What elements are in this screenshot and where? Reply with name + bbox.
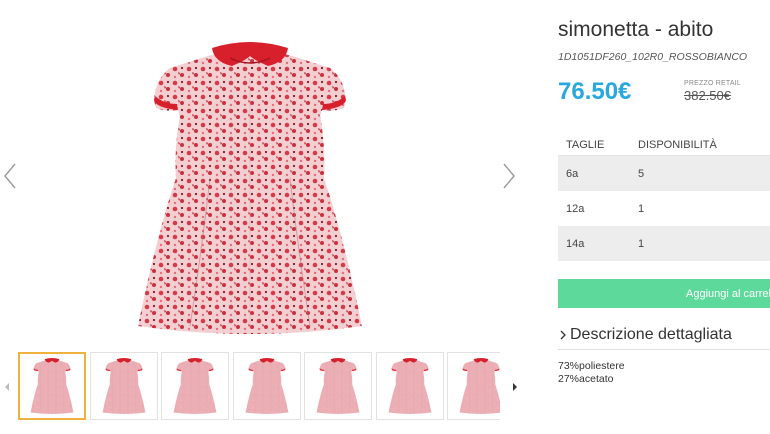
size-cell: 6a xyxy=(566,168,579,180)
table-row[interactable]: 14a 1 xyxy=(558,226,770,261)
add-to-cart-label: Aggiungi al carrello xyxy=(686,288,770,300)
dress-thumbnail-image xyxy=(388,358,431,414)
description-text: 73%poliestere 27%acetato xyxy=(558,360,625,386)
thumbnail-5[interactable] xyxy=(304,352,372,420)
dress-image xyxy=(137,41,363,335)
chevron-right-icon xyxy=(503,163,515,189)
dress-thumbnail-image xyxy=(173,358,217,414)
caret-left-icon xyxy=(5,383,9,391)
size-cell: 12a xyxy=(566,203,585,215)
product-info: simonetta - abito 1D1051DF260_102R0_ROSS… xyxy=(558,0,770,434)
table-row[interactable]: 12a 1 xyxy=(558,191,770,226)
add-to-cart-button[interactable]: Aggiungi al carrello xyxy=(558,279,770,308)
dress-thumbnail-image xyxy=(245,358,288,414)
thumbnail-3[interactable] xyxy=(161,352,229,420)
caret-right-icon xyxy=(513,383,517,391)
sizes-table-header: TAGLIE DISPONIBILITÀ xyxy=(558,130,770,156)
product-price: 76.50€ xyxy=(558,78,632,105)
dress-thumbnail-image xyxy=(30,358,74,414)
thumbnail-prev-button[interactable] xyxy=(2,380,12,392)
column-header-availability: DISPONIBILITÀ xyxy=(638,139,717,151)
description-toggle[interactable]: Descrizione dettagliata xyxy=(558,322,770,350)
thumbnail-strip xyxy=(0,350,530,422)
chevron-right-icon xyxy=(559,328,567,344)
composition-line: 27%acetato xyxy=(558,373,614,385)
product-sku: 1D1051DF260_102R0_ROSSOBIANCO xyxy=(558,51,748,63)
size-cell: 14a xyxy=(566,238,585,250)
dress-thumbnail-image xyxy=(316,358,360,414)
retail-price: 382.50€ xyxy=(684,88,731,103)
thumbnail-1[interactable] xyxy=(18,352,86,420)
retail-price-label: PREZZO RETAIL xyxy=(684,80,741,87)
table-row[interactable]: 6a 5 xyxy=(558,156,770,191)
product-title: simonetta - abito xyxy=(558,18,714,41)
chevron-left-icon xyxy=(4,163,16,189)
description-title: Descrizione dettagliata xyxy=(570,326,732,343)
availability-cell: 5 xyxy=(638,168,645,180)
availability-cell: 1 xyxy=(638,238,645,250)
availability-cell: 1 xyxy=(638,203,645,215)
thumbnail-track xyxy=(18,352,500,420)
main-product-image xyxy=(130,38,370,338)
thumbnail-next-button[interactable] xyxy=(510,380,520,392)
column-header-size: TAGLIE xyxy=(566,139,605,151)
gallery-next-button[interactable] xyxy=(502,162,516,190)
dress-thumbnail-image xyxy=(459,358,500,414)
gallery-prev-button[interactable] xyxy=(3,162,17,190)
product-gallery xyxy=(0,0,530,434)
thumbnail-2[interactable] xyxy=(89,352,158,420)
thumbnail-4[interactable] xyxy=(232,352,301,420)
thumbnail-7[interactable] xyxy=(447,352,500,420)
sizes-table: TAGLIE DISPONIBILITÀ 6a 5 12a 1 14a 1 xyxy=(558,130,770,261)
dress-thumbnail-image xyxy=(102,358,145,414)
composition-line: 73%poliestere xyxy=(558,360,625,372)
thumbnail-6[interactable] xyxy=(375,352,444,420)
